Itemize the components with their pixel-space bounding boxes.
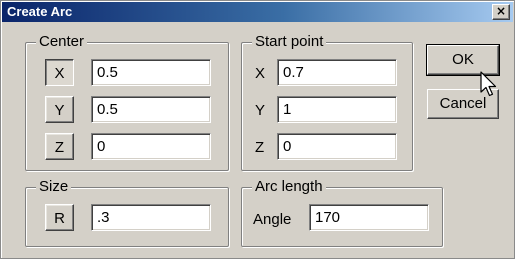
center-x-button[interactable]: X [45,59,74,86]
center-x-field[interactable]: 0.5 [91,59,211,86]
size-r-field[interactable]: .3 [91,204,211,231]
start-x-label: X [255,65,266,82]
size-group-label: Size [36,179,72,195]
center-z-field[interactable]: 0 [91,133,211,160]
create-arc-dialog: Create Arc × Center X 0.5 Y 0.5 Z 0 Star… [0,0,515,259]
start-x-field[interactable]: 0.7 [277,59,397,86]
angle-label: Angle [253,211,292,228]
start-y-label: Y [255,102,266,119]
angle-field[interactable]: 170 [309,204,429,231]
arc-length-group-label: Arc length [252,179,326,195]
start-z-field[interactable]: 0 [277,133,397,160]
center-y-field[interactable]: 0.5 [91,96,211,123]
close-button[interactable]: × [492,4,510,20]
title-bar[interactable]: Create Arc × [2,2,513,22]
mouse-pointer-icon [480,71,497,97]
center-group-label: Center [36,34,88,50]
start-z-label: Z [255,139,265,156]
start-point-group-label: Start point [252,34,327,50]
center-y-button[interactable]: Y [45,96,74,123]
center-z-button[interactable]: Z [45,133,74,160]
dialog-title: Create Arc [7,4,73,19]
start-y-field[interactable]: 1 [277,96,397,123]
size-r-button[interactable]: R [45,204,74,231]
